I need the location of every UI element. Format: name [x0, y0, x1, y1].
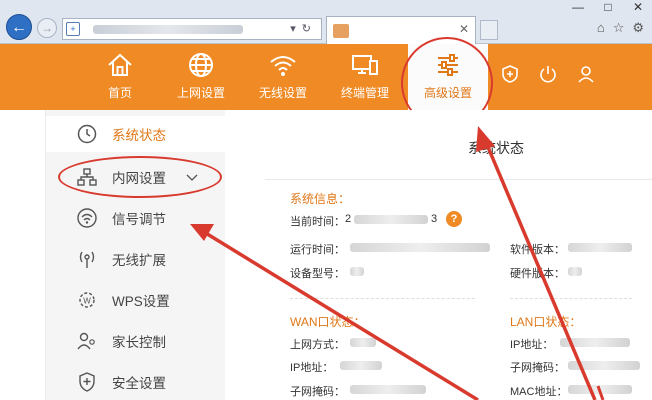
parent-icon [77, 332, 95, 350]
run-time-redacted [350, 243, 490, 252]
header-actions [500, 64, 596, 84]
home-page-icon[interactable]: ⌂ [597, 20, 605, 36]
sidebar-item-security[interactable]: 安全设置 [46, 364, 226, 400]
sidebar-item-label: 信号调节 [112, 212, 166, 227]
new-tab-button[interactable] [480, 20, 498, 40]
divider [510, 298, 632, 299]
lan-subnet-label: 子网掩码： [510, 362, 565, 374]
address-tools[interactable]: ▾↻ [290, 22, 317, 35]
highlight-oval [58, 156, 222, 198]
hardware-version-label: 硬件版本： [510, 268, 565, 280]
tab-favicon-icon [333, 24, 349, 38]
device-model-label: 设备型号： [290, 268, 345, 280]
shield-plus-icon[interactable] [500, 64, 520, 84]
nav-home[interactable]: 首页 [95, 44, 145, 110]
clock-icon [77, 124, 97, 144]
globe-icon [189, 53, 213, 77]
software-version-label: 软件版本： [510, 244, 565, 256]
lan-mac-redacted [568, 385, 632, 394]
favorites-star-icon[interactable]: ☆ [613, 20, 625, 36]
nav-devices[interactable]: 终端管理 [334, 44, 396, 110]
sidebar-item-wireless-extend[interactable]: 无线扩展 [46, 241, 226, 277]
sidebar-item-signal[interactable]: 信号调节 [46, 200, 226, 236]
sidebar: 系统状态 内网设置 信号调节 无线扩展 W WPS设置 家长控制 安全设置 [45, 110, 226, 400]
lan-mac-label: MAC地址： [510, 386, 568, 398]
power-icon[interactable] [538, 64, 558, 84]
lan-ip-redacted [560, 338, 630, 347]
current-time-value-end: 3 [431, 213, 438, 225]
router-header: 首页 上网设置 无线设置 终端管理 高级设置 [0, 44, 652, 110]
current-time-label: 当前时间： [290, 216, 345, 228]
settings-gear-icon[interactable]: ⚙ [632, 20, 644, 36]
wan-ip-label: IP地址： [290, 362, 334, 374]
window-controls: — □ ✕ [570, 0, 646, 14]
wan-subnet-label: 子网掩码： [290, 386, 345, 398]
antenna-icon [79, 251, 95, 268]
home-icon [108, 53, 132, 76]
wifi-icon [270, 56, 296, 76]
help-icon[interactable]: ? [446, 211, 462, 227]
address-text-redacted [93, 25, 243, 34]
current-time-redacted [354, 215, 428, 224]
signal-icon [77, 208, 97, 228]
divider [265, 179, 652, 180]
wan-connection-type-label: 上网方式： [290, 339, 345, 351]
nav-label: 上网设置 [176, 86, 225, 100]
lan-heading: LAN口状态： [510, 315, 582, 329]
nav-label: 首页 [107, 86, 132, 100]
browser-toolbar-icons: ⌂ ☆ ⚙ [597, 20, 644, 36]
wps-icon: W [79, 292, 95, 308]
device-model-redacted [350, 267, 364, 276]
wan-subnet-redacted [350, 385, 426, 394]
run-time-label: 运行时间： [290, 244, 345, 256]
lan-subnet-redacted [568, 361, 640, 370]
nav-label: 无线设置 [258, 86, 307, 100]
sidebar-item-wps[interactable]: W WPS设置 [46, 282, 226, 318]
system-info-heading: 系统信息： [290, 192, 351, 206]
back-arrow-icon[interactable]: ← [6, 14, 32, 40]
software-version-redacted [568, 243, 632, 252]
sidebar-item-label: WPS设置 [112, 294, 170, 309]
shield-plus-icon [79, 372, 95, 392]
browser-toolbar: — □ ✕ ← → + ▾↻ ✕ ⌂ ☆ ⚙ [0, 0, 652, 44]
close-tab-icon[interactable]: ✕ [459, 22, 469, 36]
nav-internet[interactable]: 上网设置 [170, 44, 232, 110]
security-icon: + [66, 22, 80, 36]
minimize-button[interactable]: — [570, 0, 586, 14]
sidebar-item-parental[interactable]: 家长控制 [46, 323, 226, 359]
sidebar-item-system-status[interactable]: 系统状态 [46, 116, 226, 152]
current-time-value: 2 [345, 213, 352, 225]
hardware-version-redacted [568, 267, 582, 276]
maximize-button[interactable]: □ [600, 0, 616, 14]
devices-icon [352, 55, 378, 75]
forward-arrow-icon[interactable]: → [37, 18, 57, 38]
page-title: 系统状态 [468, 140, 524, 156]
user-icon[interactable] [576, 64, 596, 84]
sidebar-item-label: 无线扩展 [112, 253, 166, 268]
divider [290, 298, 475, 299]
close-window-button[interactable]: ✕ [630, 0, 646, 14]
svg-text:W: W [83, 297, 91, 306]
sidebar-item-label: 系统状态 [112, 128, 166, 143]
wan-connection-type-redacted [350, 338, 376, 347]
wan-ip-redacted [340, 361, 382, 370]
sidebar-item-label: 安全设置 [112, 376, 166, 391]
lan-ip-label: IP地址： [510, 339, 554, 351]
address-bar[interactable]: + ▾↻ [62, 18, 322, 40]
wan-heading: WAN口状态： [290, 315, 366, 329]
sidebar-item-label: 家长控制 [112, 335, 166, 350]
nav-wireless[interactable]: 无线设置 [252, 44, 314, 110]
nav-label: 终端管理 [340, 86, 389, 100]
